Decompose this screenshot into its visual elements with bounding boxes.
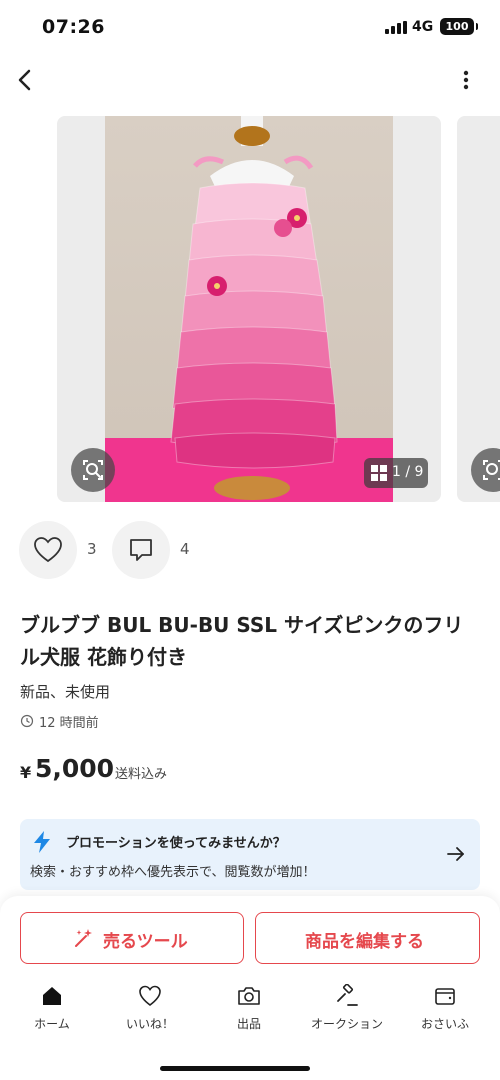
back-button[interactable] — [12, 62, 40, 98]
arrow-right-icon — [447, 847, 464, 861]
promotion-banner[interactable]: プロモーションを使ってみませんか？ 検索・おすすめ枠へ優先表示で、閲覧数が増加！ — [20, 819, 480, 890]
tab-auction[interactable]: オークション — [302, 984, 392, 1036]
image-search-icon — [83, 460, 103, 480]
item-condition: 新品、未使用 — [20, 683, 111, 701]
tab-home[interactable]: ホーム — [7, 984, 97, 1036]
tab-wallet[interactable]: おさいふ — [400, 984, 490, 1036]
image-counter-text: 1 / 9 — [392, 464, 424, 480]
tab-auction-label: オークション — [310, 1017, 383, 1031]
grid-icon — [371, 465, 387, 481]
tab-sell-label: 出品 — [236, 1017, 261, 1031]
tab-wallet-label: おさいふ — [420, 1017, 469, 1031]
heart-icon — [34, 537, 62, 563]
edit-item-label: 商品を編集する — [305, 932, 424, 952]
bottom-action-sheet: 売るツール 商品を編集する ホーム いいね！ 出品 オークション おさいふ — [0, 896, 500, 1080]
home-indicator — [160, 1066, 310, 1071]
battery-icon: 100 — [440, 18, 478, 35]
image-search-button-next[interactable] — [471, 448, 500, 492]
tab-home-label: ホーム — [34, 1017, 70, 1031]
like-count: 3 — [87, 540, 97, 558]
comment-icon — [130, 539, 152, 561]
posted-time-text: 12 時間前 — [39, 716, 99, 731]
promotion-description: 検索・おすすめ枠へ優先表示で、閲覧数が増加！ — [30, 865, 316, 880]
sell-tool-label: 売るツール — [103, 932, 188, 952]
comment-count: 4 — [180, 540, 190, 558]
gallery-slide[interactable]: 1 / 9 — [57, 116, 441, 502]
heart-icon — [139, 985, 161, 1007]
wallet-icon — [435, 988, 455, 1005]
price-amount: 5,000 — [35, 754, 115, 783]
like-button[interactable] — [19, 521, 77, 579]
clock-icon — [20, 714, 34, 728]
vertical-dots-icon — [463, 70, 469, 90]
image-counter[interactable]: 1 / 9 — [364, 458, 428, 488]
home-icon — [43, 987, 61, 1005]
currency-symbol: ¥ — [20, 763, 32, 782]
sparkle-wand-icon — [75, 929, 92, 947]
tab-likes[interactable]: いいね！ — [105, 984, 195, 1036]
status-time: 07:26 — [42, 16, 105, 38]
image-search-button[interactable] — [71, 448, 115, 492]
signal-icon — [385, 21, 407, 34]
tab-sell[interactable]: 出品 — [204, 984, 294, 1036]
image-gallery[interactable]: 1 / 9 — [0, 116, 500, 502]
lightning-icon — [34, 831, 50, 853]
image-search-icon — [483, 460, 500, 480]
chevron-left-icon — [18, 69, 31, 91]
gallery-next-slide[interactable] — [457, 116, 500, 502]
comment-button[interactable] — [112, 521, 170, 579]
sell-tool-button[interactable]: 売るツール — [20, 912, 244, 964]
item-title: ブルブブ BUL BU-BU SSL サイズピンクのフリル犬服 花飾り付き — [20, 613, 464, 669]
promotion-title: プロモーションを使ってみませんか？ — [66, 836, 286, 851]
shipping-note: 送料込み — [115, 767, 168, 782]
camera-icon — [238, 987, 260, 1005]
product-photo — [105, 116, 393, 502]
edit-item-button[interactable]: 商品を編集する — [255, 912, 480, 964]
network-label: 4G — [412, 19, 434, 35]
gavel-icon — [337, 984, 358, 1006]
tab-likes-label: いいね！ — [125, 1017, 174, 1031]
more-button[interactable] — [456, 64, 476, 96]
status-bar: 07:26 4G 100 — [0, 0, 500, 54]
